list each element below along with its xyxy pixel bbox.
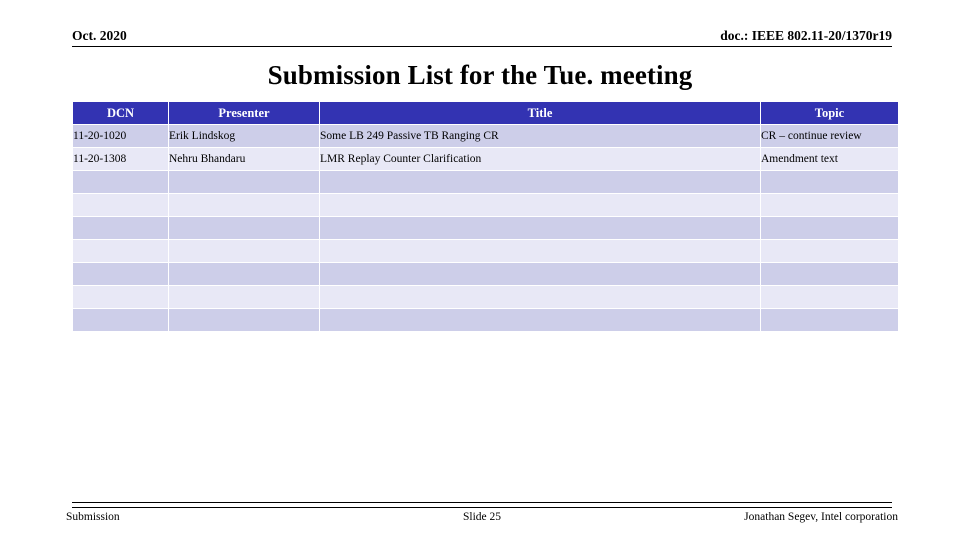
table-header-row: DCN Presenter Title Topic — [73, 102, 898, 124]
footer-submission-label: Submission — [66, 511, 120, 523]
footer-divider-line-top — [72, 502, 892, 503]
header-divider — [72, 46, 892, 47]
cell-title — [320, 240, 760, 262]
slide-canvas: Oct. 2020 doc.: IEEE 802.11-20/1370r19 S… — [0, 0, 960, 540]
cell-topic — [761, 171, 898, 193]
cell-dcn — [73, 309, 168, 331]
footer-author: Jonathan Segev, Intel corporation — [744, 511, 898, 523]
cell-dcn — [73, 263, 168, 285]
table-row — [73, 171, 898, 193]
cell-dcn — [73, 286, 168, 308]
table-row — [73, 194, 898, 216]
table-row — [73, 286, 898, 308]
cell-presenter — [169, 240, 319, 262]
header-doc-id: doc.: IEEE 802.11-20/1370r19 — [720, 28, 892, 43]
cell-topic: Amendment text — [761, 148, 898, 170]
column-header-dcn: DCN — [73, 102, 168, 124]
table-row — [73, 240, 898, 262]
cell-title — [320, 286, 760, 308]
column-header-topic: Topic — [761, 102, 898, 124]
cell-presenter — [169, 217, 319, 239]
footer-divider — [72, 502, 892, 509]
cell-presenter: Nehru Bhandaru — [169, 148, 319, 170]
cell-title — [320, 194, 760, 216]
cell-title — [320, 217, 760, 239]
cell-dcn — [73, 217, 168, 239]
cell-topic — [761, 194, 898, 216]
cell-title — [320, 171, 760, 193]
cell-topic — [761, 217, 898, 239]
cell-presenter — [169, 194, 319, 216]
cell-topic — [761, 286, 898, 308]
cell-presenter — [169, 171, 319, 193]
submission-table-container: DCN Presenter Title Topic 11-20-1020 Eri… — [72, 101, 899, 332]
cell-topic — [761, 263, 898, 285]
table-header: DCN Presenter Title Topic — [73, 102, 898, 124]
column-header-presenter: Presenter — [169, 102, 319, 124]
cell-dcn — [73, 194, 168, 216]
cell-dcn: 11-20-1308 — [73, 148, 168, 170]
table-row: 11-20-1020 Erik Lindskog Some LB 249 Pas… — [73, 125, 898, 147]
header-date: Oct. 2020 — [72, 28, 127, 43]
cell-topic — [761, 309, 898, 331]
table-body: 11-20-1020 Erik Lindskog Some LB 249 Pas… — [73, 125, 898, 331]
cell-title — [320, 263, 760, 285]
cell-presenter: Erik Lindskog — [169, 125, 319, 147]
cell-dcn: 11-20-1020 — [73, 125, 168, 147]
cell-dcn — [73, 240, 168, 262]
table-row — [73, 217, 898, 239]
cell-presenter — [169, 263, 319, 285]
submission-table: DCN Presenter Title Topic 11-20-1020 Eri… — [72, 101, 899, 332]
cell-dcn — [73, 171, 168, 193]
cell-topic: CR – continue review — [761, 125, 898, 147]
column-header-title: Title — [320, 102, 760, 124]
page-title: Submission List for the Tue. meeting — [267, 60, 693, 90]
cell-topic — [761, 240, 898, 262]
slide-footer: Slide 25 Submission Jonathan Segev, Inte… — [66, 511, 898, 527]
table-row: 11-20-1308 Nehru Bhandaru LMR Replay Cou… — [73, 148, 898, 170]
footer-divider-line-bottom — [72, 507, 892, 508]
cell-title — [320, 309, 760, 331]
table-row — [73, 309, 898, 331]
cell-title: Some LB 249 Passive TB Ranging CR — [320, 125, 760, 147]
cell-presenter — [169, 309, 319, 331]
slide-header: Oct. 2020 doc.: IEEE 802.11-20/1370r19 — [72, 28, 892, 48]
cell-title: LMR Replay Counter Clarification — [320, 148, 760, 170]
table-row — [73, 263, 898, 285]
cell-presenter — [169, 286, 319, 308]
